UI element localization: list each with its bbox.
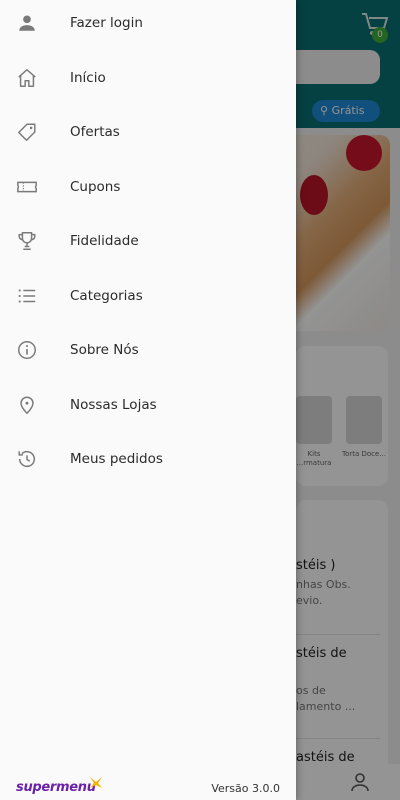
menu-item-label: Nossas Lojas — [70, 397, 157, 413]
trophy-icon — [15, 229, 39, 253]
brand-logo: supermenu — [16, 780, 96, 795]
menu-item-coupons[interactable]: Cupons — [0, 165, 296, 209]
home-icon — [15, 66, 39, 90]
menu-item-stores[interactable]: Nossas Lojas — [0, 383, 296, 427]
user-icon — [15, 11, 39, 35]
menu-item-login[interactable]: Fazer login — [0, 1, 296, 45]
menu-item-label: Cupons — [70, 179, 121, 195]
location-pin-icon — [15, 393, 39, 417]
menu-item-categories[interactable]: Categorias — [0, 274, 296, 318]
ticket-icon — [15, 175, 39, 199]
app-version: Versão 3.0.0 — [211, 782, 280, 795]
menu-item-label: Meus pedidos — [70, 451, 163, 467]
tag-icon — [15, 120, 39, 144]
menu-item-offers[interactable]: Ofertas — [0, 110, 296, 154]
menu-item-home[interactable]: Início — [0, 56, 296, 100]
menu-item-label: Fidelidade — [70, 233, 139, 249]
menu-item-orders[interactable]: Meus pedidos — [0, 437, 296, 481]
info-icon — [15, 338, 39, 362]
navigation-drawer: Fazer login Início Ofertas Cupons Fideli… — [0, 0, 296, 800]
menu-item-label: Ofertas — [70, 124, 120, 140]
menu-item-label: Início — [70, 70, 106, 86]
menu-item-label: Fazer login — [70, 15, 143, 31]
menu-item-loyalty[interactable]: Fidelidade — [0, 219, 296, 263]
brand-star-icon — [90, 777, 102, 788]
history-icon — [15, 447, 39, 471]
menu-item-label: Sobre Nós — [70, 342, 139, 358]
list-icon — [15, 284, 39, 308]
drawer-footer: supermenu Versão 3.0.0 — [0, 770, 296, 800]
menu-item-about[interactable]: Sobre Nós — [0, 328, 296, 372]
menu-item-label: Categorias — [70, 288, 143, 304]
